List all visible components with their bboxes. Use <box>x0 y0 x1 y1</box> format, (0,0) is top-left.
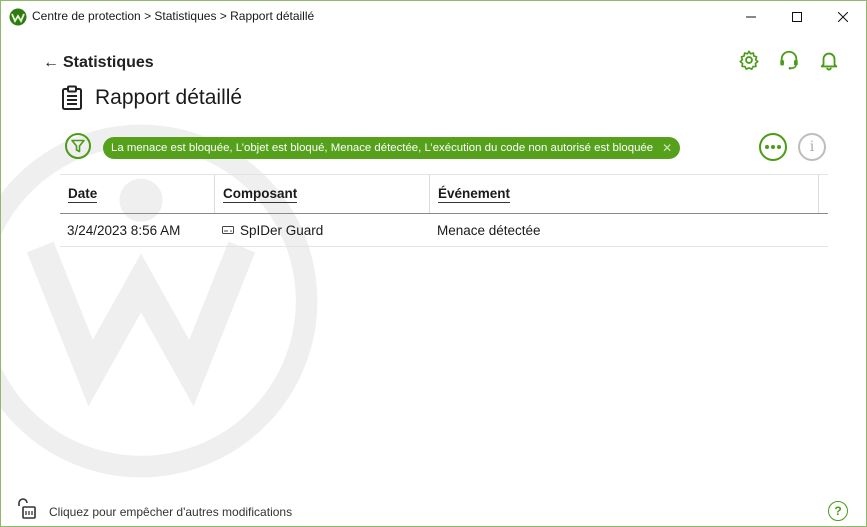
more-dot-icon <box>765 145 769 149</box>
info-button[interactable]: i <box>798 133 826 161</box>
headset-support-icon[interactable] <box>778 49 800 71</box>
clipboard-report-icon <box>62 85 82 110</box>
app-logo-icon <box>9 8 27 26</box>
maximize-icon <box>792 11 802 22</box>
cell-component-label: SpIDer Guard <box>240 222 324 238</box>
unlock-icon[interactable] <box>15 497 37 519</box>
funnel-filter-icon <box>71 139 85 153</box>
filter-bar: La menace est bloquée, L’objet est bloqu… <box>65 133 835 163</box>
drive-component-icon <box>222 226 234 234</box>
column-divider[interactable] <box>214 175 215 213</box>
column-header-component[interactable]: Composant <box>223 175 298 213</box>
more-dot-icon <box>777 145 781 149</box>
minimize-icon <box>746 16 756 17</box>
active-filter-chip[interactable]: La menace est bloquée, L’objet est bloqu… <box>103 137 681 159</box>
cell-component: SpIDer Guard <box>222 214 323 246</box>
more-options-button[interactable] <box>759 133 787 161</box>
column-header-event[interactable]: Événement <box>438 175 511 213</box>
page-title: Rapport détaillé <box>95 86 243 109</box>
more-dot-icon <box>771 145 775 149</box>
table-header: Date Composant Événement <box>60 174 828 214</box>
cell-event: Menace détectée <box>437 222 541 238</box>
close-button[interactable] <box>820 1 866 32</box>
window-title: Centre de protection > Statistiques > Ra… <box>32 9 315 23</box>
table-row[interactable]: 3/24/2023 8:56 AM SpIDer Guard Menace dé… <box>60 214 828 247</box>
app-window: Centre de protection > Statistiques > Ra… <box>0 0 867 527</box>
lock-settings-link[interactable]: Cliquez pour empêcher d'autres modificat… <box>49 505 292 519</box>
filter-button[interactable] <box>65 133 91 159</box>
clear-filter-close-icon[interactable]: ✕ <box>662 141 672 155</box>
column-header-date[interactable]: Date <box>68 175 98 213</box>
column-divider[interactable] <box>429 175 430 213</box>
maximize-button[interactable] <box>774 1 820 32</box>
column-divider[interactable] <box>818 175 819 213</box>
events-table: Date Composant Événement 3/24/2023 8:56 … <box>60 174 828 247</box>
info-icon: i <box>809 139 815 155</box>
minimize-button[interactable] <box>728 1 774 32</box>
gear-icon[interactable] <box>738 49 760 71</box>
back-arrow-icon: ← <box>43 54 59 71</box>
back-link-label: Statistiques <box>63 54 154 71</box>
help-question-icon: ? <box>834 504 842 518</box>
back-link[interactable]: ← Statistiques <box>43 54 154 72</box>
page-header: Rapport détaillé <box>61 85 242 111</box>
close-icon <box>838 11 848 22</box>
title-bar: Centre de protection > Statistiques > Ra… <box>1 1 866 32</box>
help-button[interactable]: ? <box>828 501 848 521</box>
filter-chip-label: La menace est bloquée, L’objet est bloqu… <box>111 142 654 154</box>
bell-notifications-icon[interactable] <box>818 49 840 71</box>
header-actions <box>738 49 840 71</box>
cell-date: 3/24/2023 8:56 AM <box>67 222 181 238</box>
